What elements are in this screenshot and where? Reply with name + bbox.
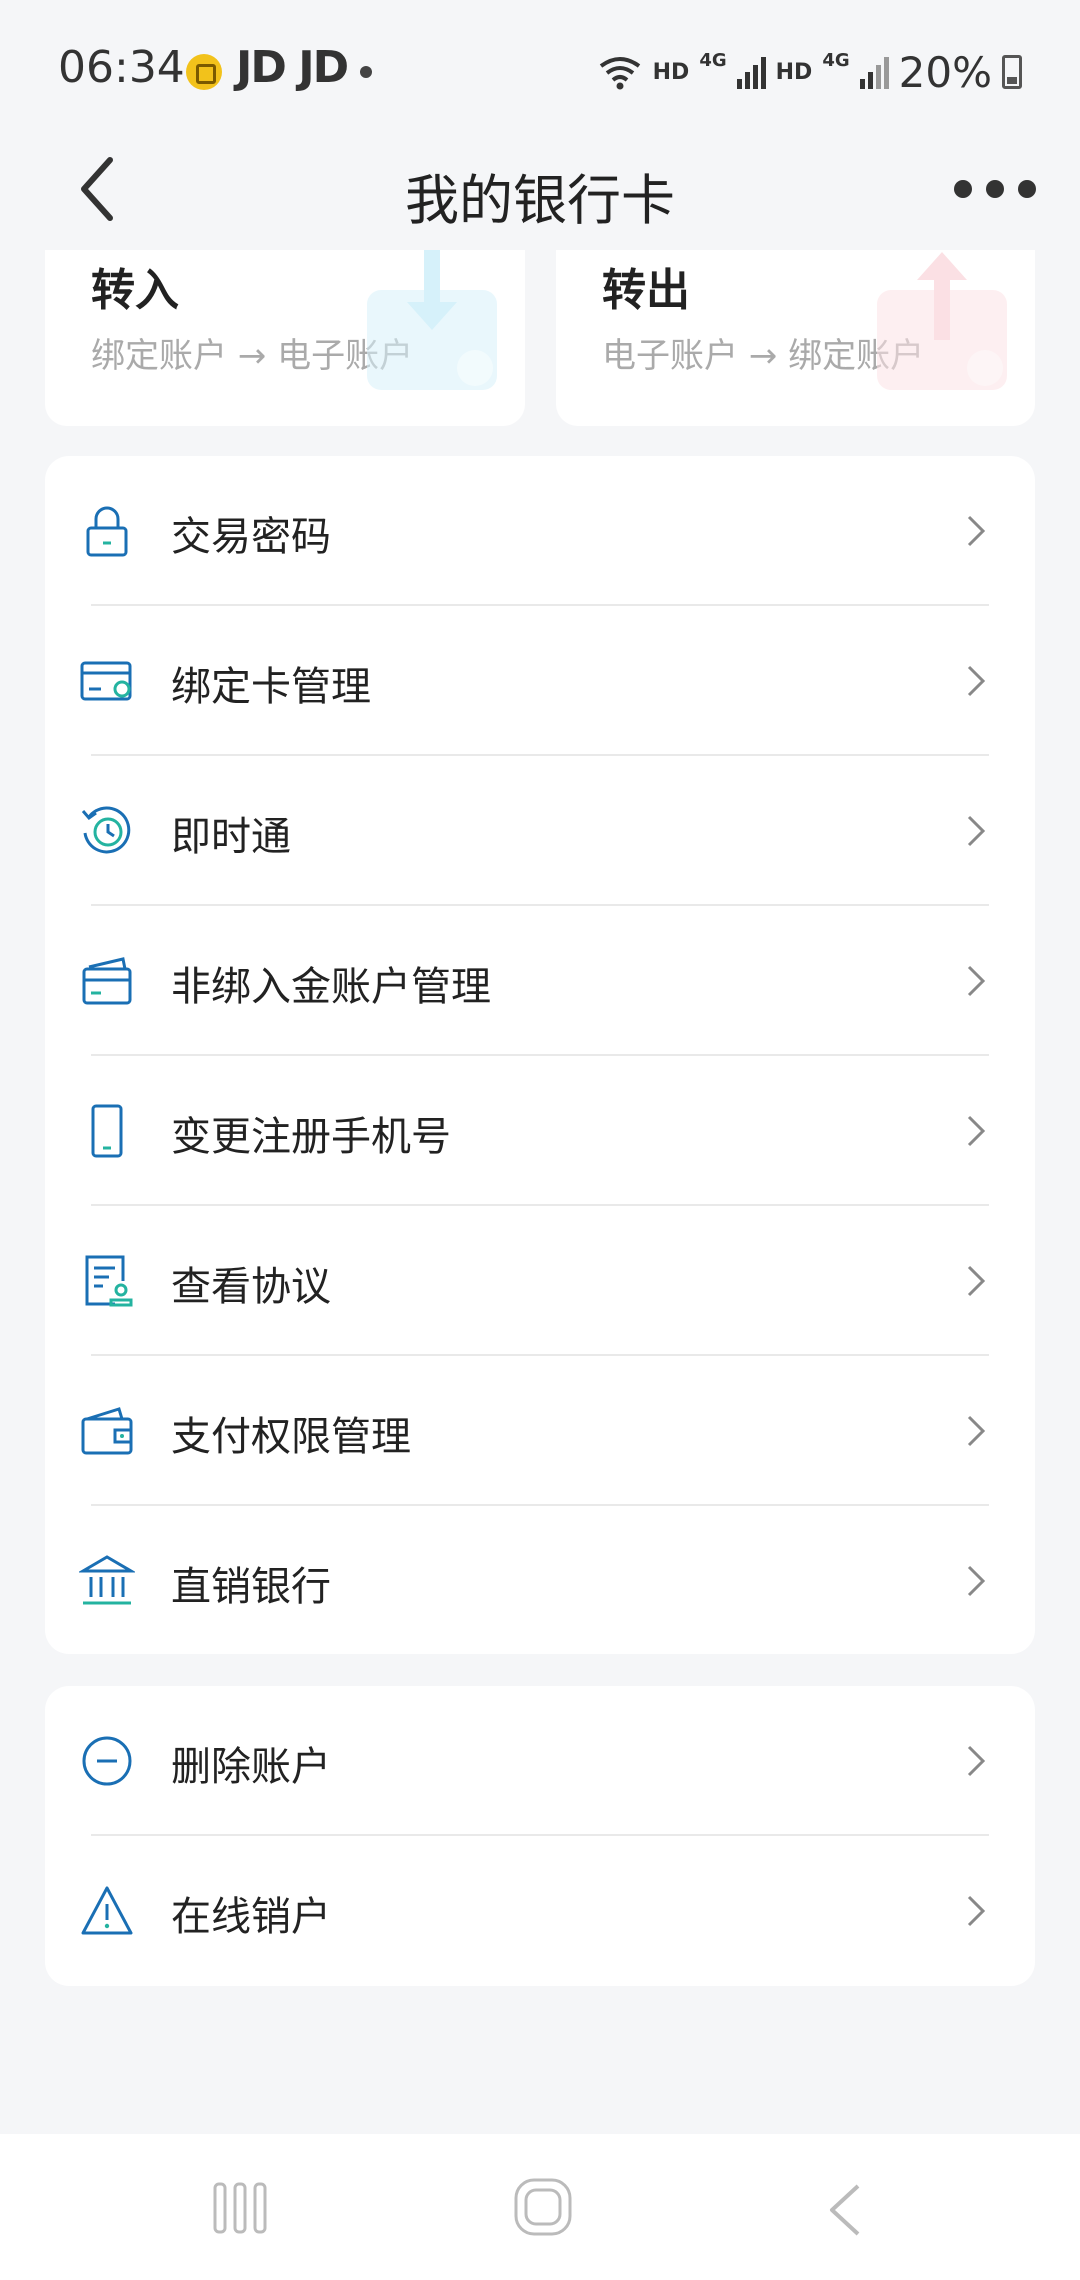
menu-item-label: 查看协议 <box>171 1264 331 1310</box>
clock-refresh-icon <box>81 806 131 854</box>
phone-icon <box>91 1104 123 1158</box>
more-options-icon[interactable] <box>940 176 1050 202</box>
agreement-icon <box>85 1255 133 1307</box>
bound-card-icon <box>80 661 132 701</box>
menu-item-label: 直销银行 <box>171 1564 331 1610</box>
lock-icon <box>86 506 128 557</box>
battery-icon <box>1002 55 1022 89</box>
menu-item-label: 绑定卡管理 <box>171 664 371 710</box>
menu-item-instant-pass[interactable]: 即时通 <box>45 756 1035 906</box>
warning-icon <box>81 1886 133 1935</box>
menu-item-bound-card[interactable]: 绑定卡管理 <box>45 606 1035 756</box>
chevron-right-icon <box>967 1895 986 1927</box>
menu-item-label: 非绑入金账户管理 <box>171 964 491 1010</box>
recent-apps-icon[interactable] <box>212 2180 268 2236</box>
menu-item-unbound-account[interactable]: 非绑入金账户管理 <box>45 906 1035 1056</box>
hd-indicator: HD <box>652 59 690 85</box>
battery-percent: 20% <box>898 47 992 97</box>
4g-indicator: 4G <box>699 49 727 71</box>
status-carrier: JD JD <box>236 42 349 93</box>
menu-item-transaction-password[interactable]: 交易密码 <box>45 456 1035 606</box>
settings-menu: 交易密码 绑定卡管理 即时通 非绑入金账户管理 变更注册手机号 查看协议 支付权… <box>45 456 1035 1654</box>
home-icon[interactable] <box>512 2176 574 2238</box>
page-title: 我的银行卡 <box>405 169 675 232</box>
transfer-cards: 转入 绑定账户 → 电子账户 转出 电子账户 → 绑定账户 <box>0 250 1080 426</box>
chevron-right-icon <box>967 1265 986 1297</box>
bank-icon <box>79 1555 135 1605</box>
signal-bars-icon <box>736 55 766 89</box>
menu-item-close-account[interactable]: 在线销户 <box>45 1836 1035 1986</box>
transfer-out-decoration-icon <box>877 252 1007 390</box>
notification-dot-icon <box>360 66 372 78</box>
menu-item-payment-permission[interactable]: 支付权限管理 <box>45 1356 1035 1506</box>
4g-indicator-2: 4G <box>822 49 850 71</box>
transfer-in-decoration-icon <box>367 250 497 390</box>
signal-bars-icon-2 <box>859 55 889 89</box>
chevron-right-icon <box>967 1745 986 1777</box>
menu-item-direct-bank[interactable]: 直销银行 <box>45 1506 1035 1654</box>
chevron-right-icon <box>967 665 986 697</box>
cards-icon <box>82 957 132 1005</box>
wifi-icon <box>599 57 640 90</box>
account-removal-menu: 删除账户 在线销户 <box>45 1686 1035 1986</box>
status-bar: 06:34 JD JD HD 4G HD 4G 20% <box>0 0 1080 130</box>
chevron-right-icon <box>967 965 986 997</box>
chevron-right-icon <box>967 1415 986 1447</box>
menu-item-label: 交易密码 <box>171 514 331 560</box>
transfer-out-card[interactable]: 转出 电子账户 → 绑定账户 <box>556 250 1035 426</box>
transfer-in-card[interactable]: 转入 绑定账户 → 电子账户 <box>45 250 525 426</box>
status-indicators: HD 4G HD 4G 20% <box>597 42 1022 102</box>
status-time: 06:34 <box>58 42 185 93</box>
menu-item-label: 变更注册手机号 <box>171 1114 451 1160</box>
chevron-right-icon <box>967 815 986 847</box>
menu-item-view-agreement[interactable]: 查看协议 <box>45 1206 1035 1356</box>
menu-item-change-phone[interactable]: 变更注册手机号 <box>45 1056 1035 1206</box>
chevron-right-icon <box>967 515 986 547</box>
minus-circle-icon <box>82 1736 132 1786</box>
hd-indicator-2: HD <box>775 59 813 85</box>
transfer-in-title: 转入 <box>91 265 179 316</box>
menu-item-label: 即时通 <box>171 814 291 860</box>
menu-item-label: 删除账户 <box>171 1744 331 1790</box>
app-header: 我的银行卡 <box>0 130 1080 250</box>
menu-item-label: 支付权限管理 <box>171 1414 411 1460</box>
jd-notification-icon <box>186 54 222 90</box>
transfer-out-title: 转出 <box>602 265 690 316</box>
system-nav-bar <box>0 2134 1080 2280</box>
menu-item-delete-account[interactable]: 删除账户 <box>45 1686 1035 1836</box>
menu-item-label: 在线销户 <box>171 1894 331 1940</box>
chevron-right-icon <box>967 1565 986 1597</box>
chevron-right-icon <box>967 1115 986 1147</box>
wallet-icon <box>81 1407 133 1455</box>
system-back-icon[interactable] <box>822 2180 866 2240</box>
